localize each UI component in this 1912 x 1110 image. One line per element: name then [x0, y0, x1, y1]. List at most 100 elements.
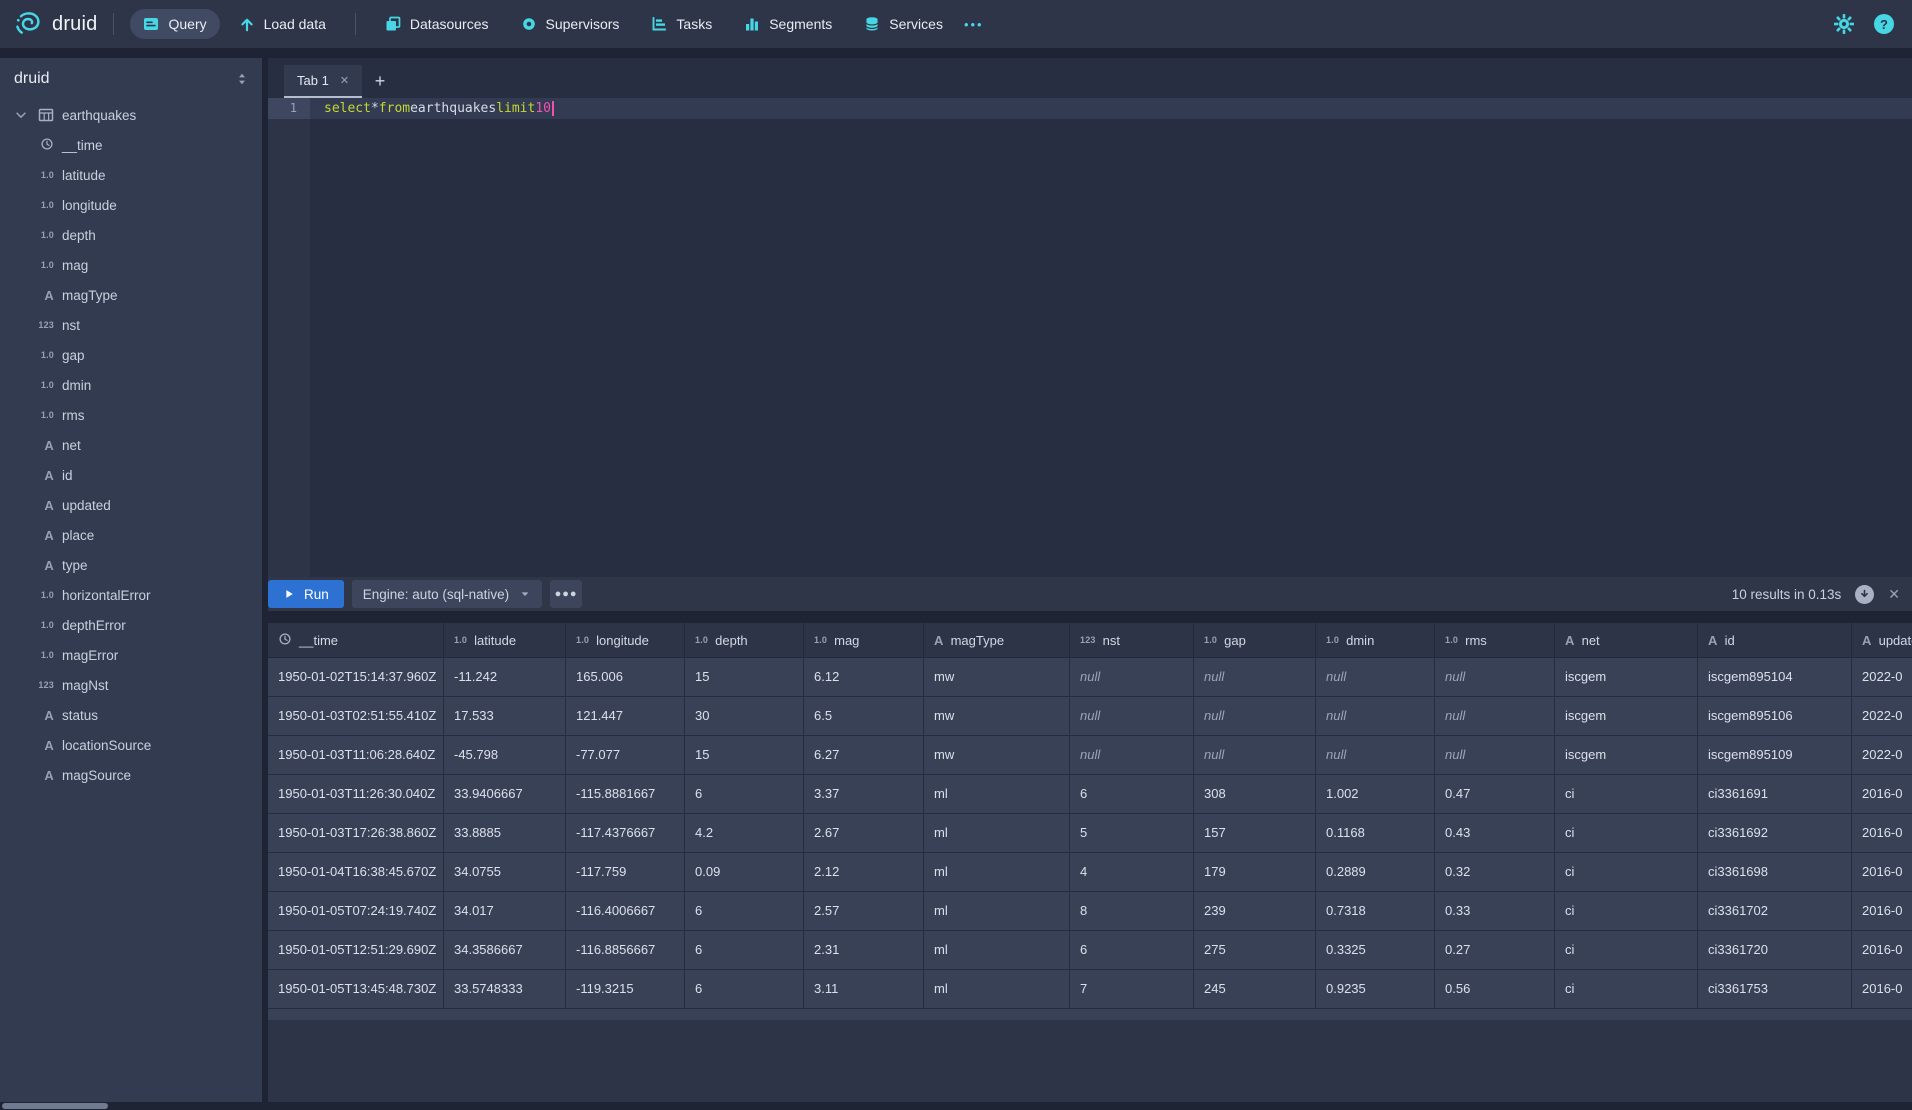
- cell-mag[interactable]: 2.57: [804, 892, 924, 930]
- column-header-mag[interactable]: 1.0mag: [804, 623, 924, 657]
- sidebar-column-magtype[interactable]: AmagType: [0, 280, 262, 310]
- sidebar-column-type[interactable]: Atype: [0, 550, 262, 580]
- sidebar-column-rms[interactable]: 1.0rms: [0, 400, 262, 430]
- cell-latitude[interactable]: 34.0755: [444, 853, 566, 891]
- cell-longitude[interactable]: -117.4376667: [566, 814, 685, 852]
- cell-net[interactable]: ci: [1555, 814, 1698, 852]
- cell-magtype[interactable]: ml: [924, 931, 1070, 969]
- cell-mag[interactable]: 2.12: [804, 853, 924, 891]
- nav-item-segments[interactable]: Segments: [731, 9, 845, 39]
- nav-more-button[interactable]: •••: [956, 11, 992, 38]
- cell-updated[interactable]: 2022-0: [1852, 697, 1912, 735]
- sidebar-column-place[interactable]: Aplace: [0, 520, 262, 550]
- cell-rms[interactable]: 0.32: [1435, 853, 1555, 891]
- cell--time[interactable]: 1950-01-03T11:26:30.040Z: [268, 775, 444, 813]
- cell-gap[interactable]: null: [1194, 736, 1316, 774]
- cell-depth[interactable]: 4.2: [685, 814, 804, 852]
- cell-net[interactable]: iscgem: [1555, 736, 1698, 774]
- cell-magtype[interactable]: ml: [924, 814, 1070, 852]
- cell-net[interactable]: ci: [1555, 931, 1698, 969]
- column-header-updated[interactable]: Aupdated: [1852, 623, 1912, 657]
- download-results-icon[interactable]: [1855, 585, 1874, 604]
- sidebar-column-magerror[interactable]: 1.0magError: [0, 640, 262, 670]
- cell-mag[interactable]: 6.12: [804, 658, 924, 696]
- sidebar-column-updated[interactable]: Aupdated: [0, 490, 262, 520]
- sidebar-column-dmin[interactable]: 1.0dmin: [0, 370, 262, 400]
- cell-gap[interactable]: 275: [1194, 931, 1316, 969]
- cell-latitude[interactable]: 17.533: [444, 697, 566, 735]
- sidebar-column-horizontalerror[interactable]: 1.0horizontalError: [0, 580, 262, 610]
- cell-longitude[interactable]: -116.8856667: [566, 931, 685, 969]
- cell-magtype[interactable]: ml: [924, 853, 1070, 891]
- cell-net[interactable]: iscgem: [1555, 697, 1698, 735]
- cell-dmin[interactable]: null: [1316, 736, 1435, 774]
- cell-latitude[interactable]: -45.798: [444, 736, 566, 774]
- sidebar-column-depth[interactable]: 1.0depth: [0, 220, 262, 250]
- cell-rms[interactable]: null: [1435, 658, 1555, 696]
- cell-dmin[interactable]: 0.2889: [1316, 853, 1435, 891]
- cell-id[interactable]: ci3361692: [1698, 814, 1852, 852]
- cell-depth[interactable]: 6: [685, 775, 804, 813]
- sidebar-column-deptherror[interactable]: 1.0depthError: [0, 610, 262, 640]
- cell-id[interactable]: iscgem895104: [1698, 658, 1852, 696]
- cell-dmin[interactable]: 0.9235: [1316, 970, 1435, 1008]
- cell-magtype[interactable]: mw: [924, 736, 1070, 774]
- nav-item-datasources[interactable]: Datasources: [372, 9, 502, 39]
- sidebar-column-latitude[interactable]: 1.0latitude: [0, 160, 262, 190]
- cell-longitude[interactable]: 165.006: [566, 658, 685, 696]
- cell--time[interactable]: 1950-01-04T16:38:45.670Z: [268, 853, 444, 891]
- engine-select-button[interactable]: Engine: auto (sql-native): [352, 580, 542, 608]
- column-header-magtype[interactable]: AmagType: [924, 623, 1070, 657]
- cell-nst[interactable]: 8: [1070, 892, 1194, 930]
- cell-id[interactable]: iscgem895109: [1698, 736, 1852, 774]
- cell-gap[interactable]: null: [1194, 658, 1316, 696]
- cell-rms[interactable]: null: [1435, 697, 1555, 735]
- cell-updated[interactable]: 2016-0: [1852, 931, 1912, 969]
- nav-item-load-data[interactable]: Load data: [226, 9, 339, 39]
- tab-tab1[interactable]: Tab 1 ✕: [284, 65, 362, 98]
- cell-id[interactable]: ci3361702: [1698, 892, 1852, 930]
- cell-id[interactable]: ci3361753: [1698, 970, 1852, 1008]
- cell-nst[interactable]: 5: [1070, 814, 1194, 852]
- cell-depth[interactable]: 0.09: [685, 853, 804, 891]
- cell-net[interactable]: iscgem: [1555, 658, 1698, 696]
- cell--time[interactable]: 1950-01-03T02:51:55.410Z: [268, 697, 444, 735]
- cell-updated[interactable]: 2022-0: [1852, 658, 1912, 696]
- cell-magtype[interactable]: ml: [924, 775, 1070, 813]
- sidebar-column-id[interactable]: Aid: [0, 460, 262, 490]
- sidebar-column-magnst[interactable]: 123magNst: [0, 670, 262, 700]
- cell-net[interactable]: ci: [1555, 775, 1698, 813]
- sidebar-column-gap[interactable]: 1.0gap: [0, 340, 262, 370]
- cell-nst[interactable]: 4: [1070, 853, 1194, 891]
- sidebar-column-locationsource[interactable]: AlocationSource: [0, 730, 262, 760]
- column-header-longitude[interactable]: 1.0longitude: [566, 623, 685, 657]
- cell-updated[interactable]: 2016-0: [1852, 814, 1912, 852]
- cell--time[interactable]: 1950-01-05T07:24:19.740Z: [268, 892, 444, 930]
- column-header-rms[interactable]: 1.0rms: [1435, 623, 1555, 657]
- cell-magtype[interactable]: mw: [924, 697, 1070, 735]
- cell--time[interactable]: 1950-01-05T13:45:48.730Z: [268, 970, 444, 1008]
- cell-rms[interactable]: 0.33: [1435, 892, 1555, 930]
- cell-dmin[interactable]: 0.7318: [1316, 892, 1435, 930]
- cell-depth[interactable]: 6: [685, 931, 804, 969]
- cell--time[interactable]: 1950-01-03T17:26:38.860Z: [268, 814, 444, 852]
- cell-id[interactable]: ci3361720: [1698, 931, 1852, 969]
- editor-code-area[interactable]: select * from earthquakes limit 10: [310, 98, 1912, 577]
- cell-id[interactable]: iscgem895106: [1698, 697, 1852, 735]
- sidebar-column-longitude[interactable]: 1.0longitude: [0, 190, 262, 220]
- cell-rms[interactable]: 0.56: [1435, 970, 1555, 1008]
- column-header-nst[interactable]: 123nst: [1070, 623, 1194, 657]
- sort-double-caret-icon[interactable]: [234, 71, 250, 87]
- sql-editor[interactable]: 1 select * from earthquakes limit 10: [268, 98, 1912, 577]
- cell-longitude[interactable]: -117.759: [566, 853, 685, 891]
- cell-longitude[interactable]: -116.4006667: [566, 892, 685, 930]
- nav-item-services[interactable]: Services: [851, 9, 956, 39]
- help-icon[interactable]: ?: [1874, 14, 1894, 34]
- cell-depth[interactable]: 6: [685, 892, 804, 930]
- cell-latitude[interactable]: 34.3586667: [444, 931, 566, 969]
- cell-mag[interactable]: 6.5: [804, 697, 924, 735]
- sidebar-table-earthquakes[interactable]: earthquakes: [0, 100, 262, 130]
- cell-latitude[interactable]: -11.242: [444, 658, 566, 696]
- cell-dmin[interactable]: 1.002: [1316, 775, 1435, 813]
- cell-updated[interactable]: 2016-0: [1852, 853, 1912, 891]
